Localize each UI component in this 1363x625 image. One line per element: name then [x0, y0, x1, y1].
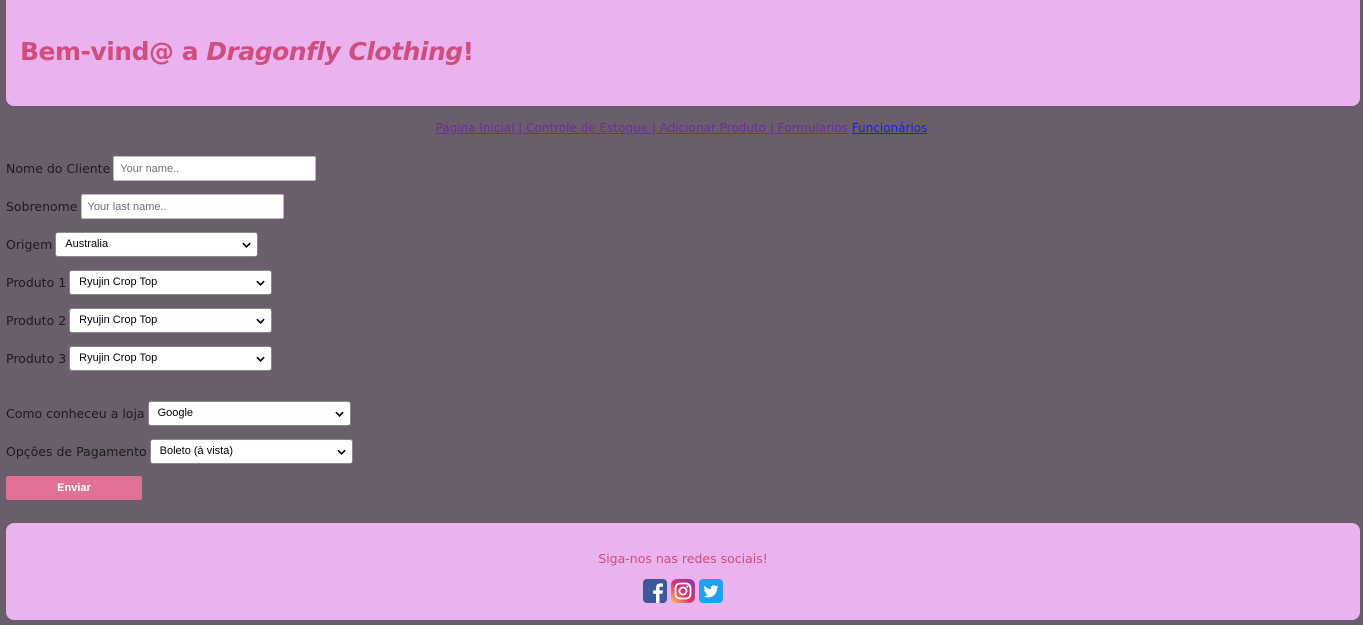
payment-select[interactable]: Boleto (à vista): [149, 439, 353, 464]
title-prefix: Bem-vind@ a: [20, 37, 207, 66]
nav-link-stock[interactable]: Controle de Estoque: [522, 121, 652, 135]
chevron-down-icon: [256, 356, 265, 362]
submit-button[interactable]: Enviar: [6, 476, 142, 500]
product3-select-value: Ryujin Crop Top: [79, 352, 158, 364]
facebook-icon[interactable]: [643, 579, 667, 603]
product2-select-value: Ryujin Crop Top: [79, 314, 158, 326]
source-label: Como conheceu a loja: [6, 406, 145, 421]
twitter-icon[interactable]: [699, 579, 723, 603]
nav-link-add-product[interactable]: Adicionar Produto: [656, 121, 770, 135]
chevron-down-icon: [336, 449, 346, 455]
payment-label: Opções de Pagamento: [6, 444, 147, 459]
last-name-label: Sobrenome: [6, 199, 78, 214]
product3-label: Produto 3: [6, 351, 67, 366]
payment-select-value: Boleto (à vista): [159, 445, 234, 457]
chevron-down-icon: [334, 411, 344, 417]
product2-select[interactable]: Ryujin Crop Top: [69, 308, 273, 333]
product1-label: Produto 1: [6, 275, 67, 290]
instagram-icon[interactable]: [671, 579, 695, 603]
source-row: Como conheceu a loja Google: [6, 401, 351, 426]
source-select[interactable]: Google: [147, 401, 351, 426]
page-title: Bem-vind@ a Dragonfly Clothing!: [20, 37, 474, 66]
brand-name: Dragonfly Clothing: [206, 37, 463, 66]
source-select-value: Google: [157, 407, 194, 419]
origin-row: Origem Australia: [6, 232, 259, 257]
product2-label: Produto 2: [6, 313, 67, 328]
nav-link-employees[interactable]: Funcionários: [852, 121, 928, 135]
last-name-input[interactable]: [80, 194, 284, 219]
product1-select-value: Ryujin Crop Top: [79, 276, 158, 288]
nav-link-forms[interactable]: Formularios: [774, 121, 848, 135]
payment-row: Opções de Pagamento Boleto (à vista): [6, 439, 353, 464]
last-name-row: Sobrenome: [6, 194, 284, 219]
site-header: Bem-vind@ a Dragonfly Clothing!: [6, 0, 1360, 106]
main-nav: Página Inicial | Controle de Estoque | A…: [0, 120, 1363, 136]
chevron-down-icon: [256, 318, 265, 324]
chevron-down-icon: [256, 280, 265, 286]
origin-select-value: Australia: [65, 238, 109, 250]
chevron-down-icon: [242, 242, 251, 248]
title-suffix: !: [462, 37, 474, 66]
follow-text: Siga-nos nas redes sociais!: [598, 551, 768, 566]
first-name-label: Nome do Cliente: [6, 161, 111, 176]
product3-row: Produto 3 Ryujin Crop Top: [6, 346, 273, 371]
product3-select[interactable]: Ryujin Crop Top: [69, 346, 273, 371]
nav-link-home[interactable]: Página Inicial: [436, 121, 519, 135]
product2-row: Produto 2 Ryujin Crop Top: [6, 308, 273, 333]
social-links: [6, 579, 1360, 603]
origin-select[interactable]: Australia: [55, 232, 259, 257]
product1-select[interactable]: Ryujin Crop Top: [69, 270, 273, 295]
site-footer: Siga-nos nas redes sociais!: [6, 523, 1360, 620]
first-name-input[interactable]: [113, 156, 317, 181]
origin-label: Origem: [6, 237, 53, 252]
first-name-row: Nome do Cliente: [6, 156, 317, 181]
product1-row: Produto 1 Ryujin Crop Top: [6, 270, 273, 295]
